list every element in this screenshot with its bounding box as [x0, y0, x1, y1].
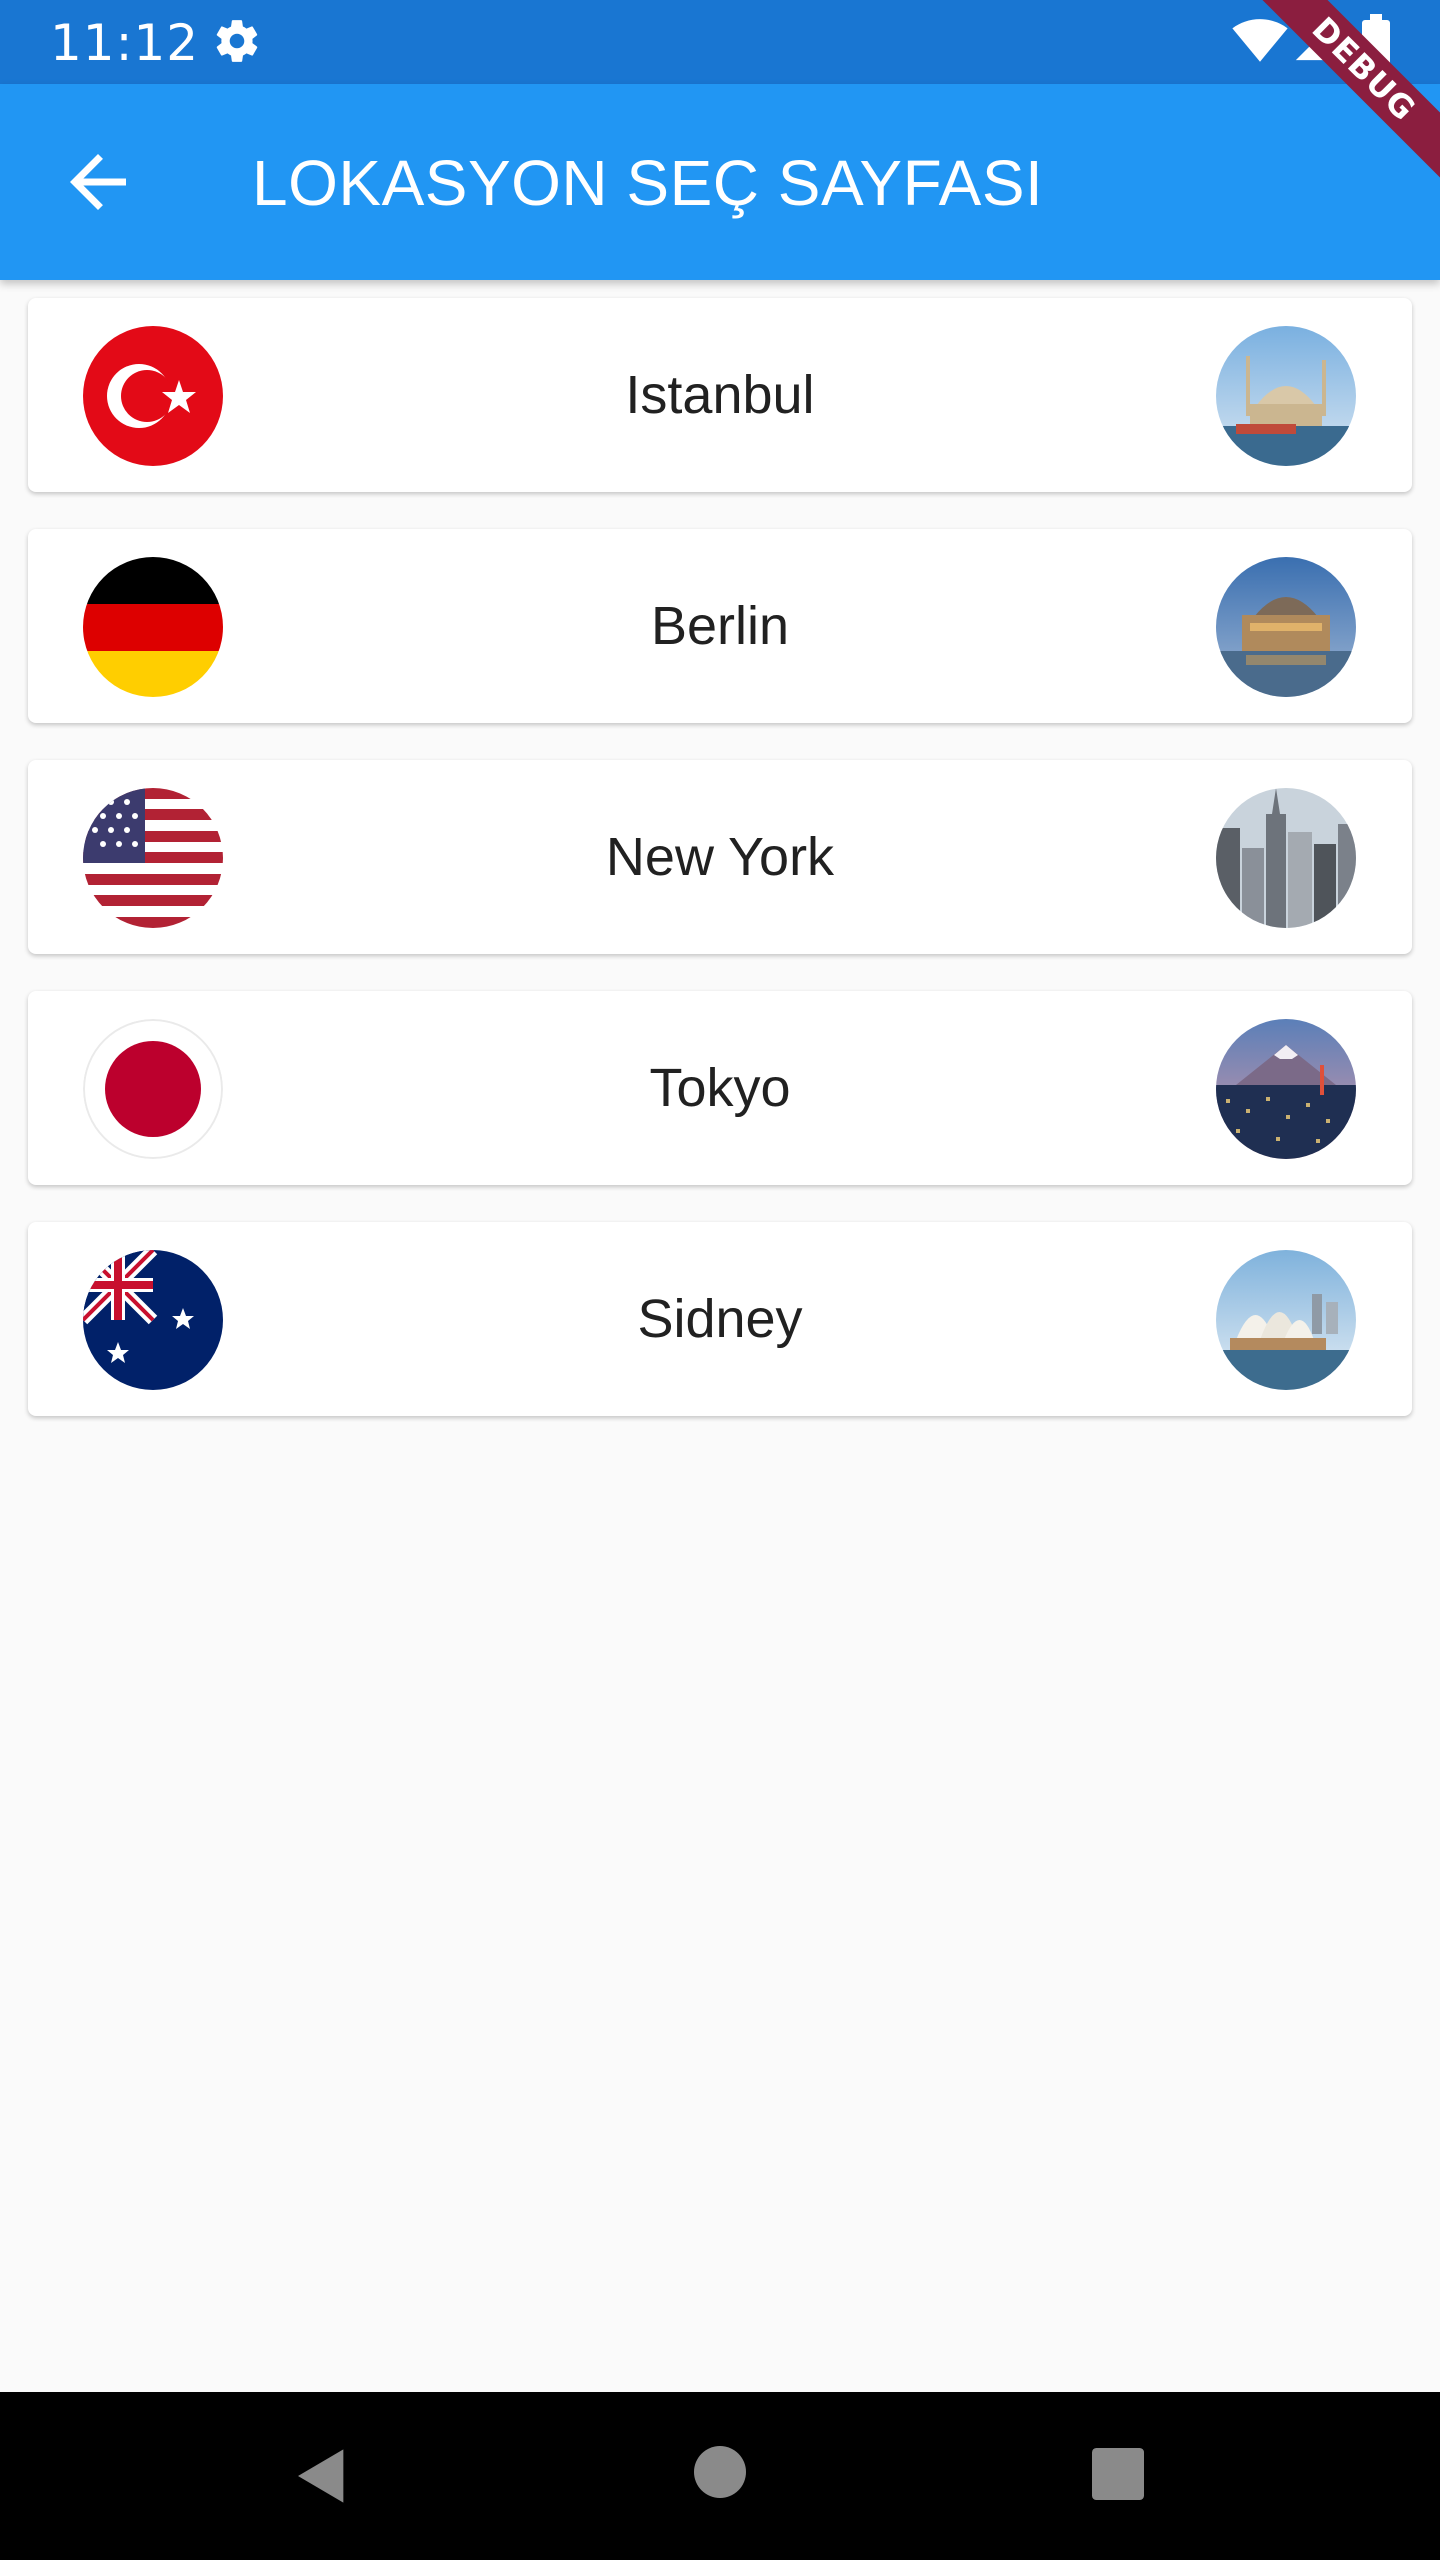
- settings-gear-icon: [216, 20, 258, 62]
- navigation-bar: [0, 2392, 1440, 2560]
- app-bar: LOKASYON SEÇ SAYFASI: [0, 84, 1440, 280]
- istanbul-photo: [1216, 326, 1356, 466]
- arrow-back-icon[interactable]: [56, 140, 140, 224]
- city-name: Sidney: [637, 1289, 803, 1349]
- page-title: LOKASYON SEÇ SAYFASI: [252, 147, 1044, 219]
- nav-back-icon[interactable]: [290, 2444, 354, 2508]
- city-name: Istanbul: [625, 365, 815, 425]
- location-card-berlin[interactable]: Berlin: [28, 529, 1412, 723]
- nav-recents-icon[interactable]: [1092, 2448, 1144, 2500]
- battery-icon: [1362, 14, 1390, 66]
- berlin-photo: [1216, 557, 1356, 697]
- signal-icon: [1295, 21, 1335, 61]
- tokyo-photo: [1216, 1019, 1356, 1159]
- city-name: Tokyo: [649, 1058, 791, 1118]
- location-card-tokyo[interactable]: Tokyo: [28, 991, 1412, 1185]
- status-time: 11:12: [50, 14, 200, 72]
- city-name: New York: [605, 827, 835, 887]
- location-card-sidney[interactable]: Sidney: [28, 1222, 1412, 1416]
- city-name: Berlin: [650, 596, 790, 656]
- sidney-photo: [1216, 1250, 1356, 1390]
- location-card-istanbul[interactable]: Istanbul: [28, 298, 1412, 492]
- location-list: Istanbul Berlin New York Tokyo Sidney: [28, 298, 1412, 1453]
- status-bar: 11:12: [0, 0, 1440, 84]
- wifi-icon: [1232, 19, 1288, 62]
- location-card-new-york[interactable]: New York: [28, 760, 1412, 954]
- new-york-photo: [1216, 788, 1356, 928]
- nav-home-icon[interactable]: [694, 2446, 746, 2498]
